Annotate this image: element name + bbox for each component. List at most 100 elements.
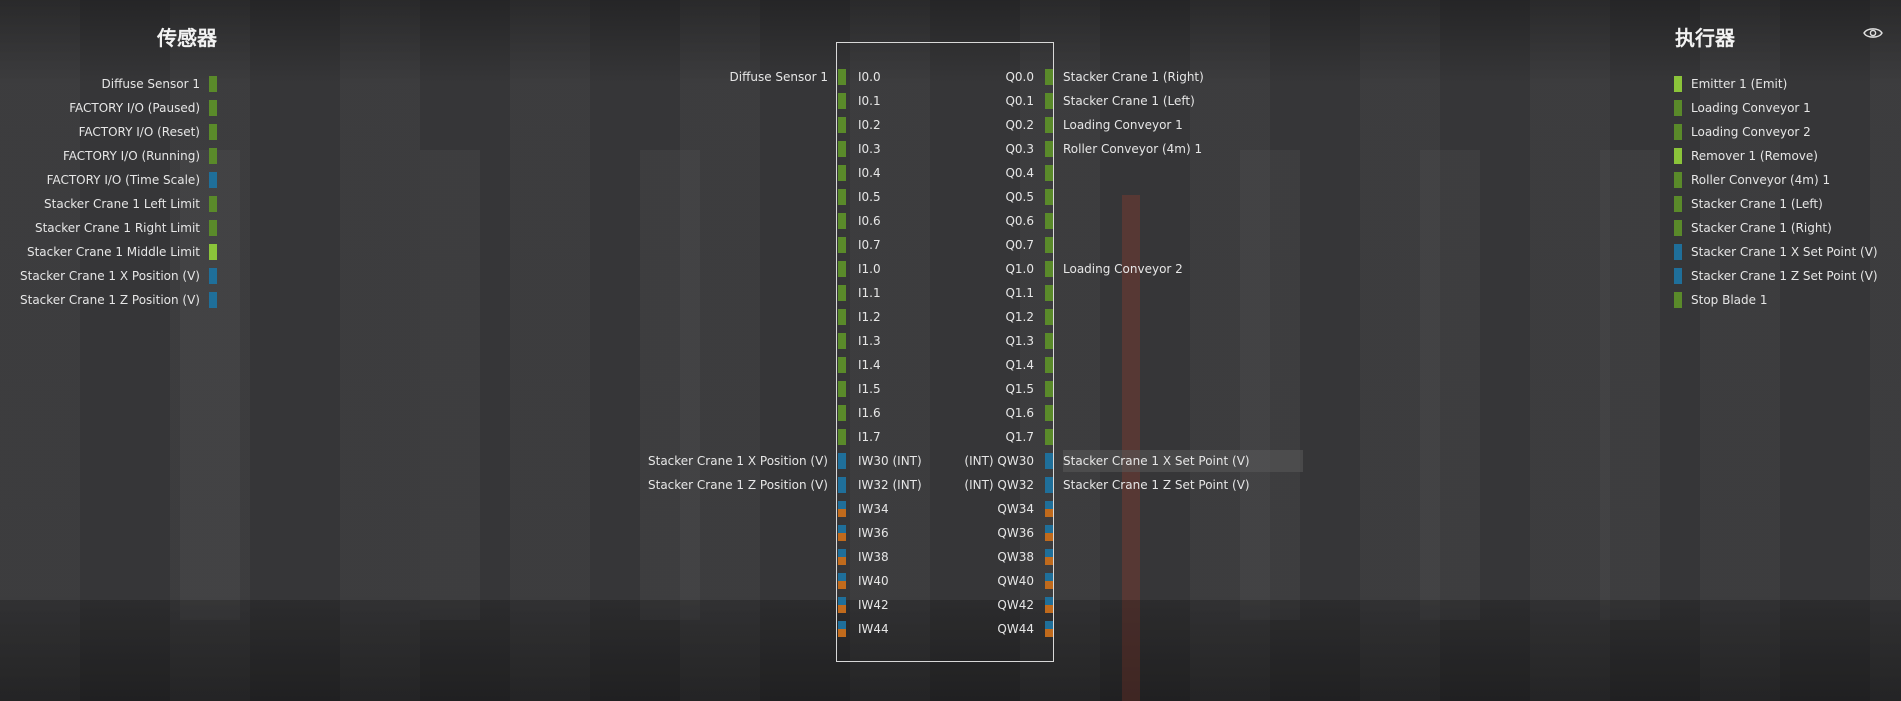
sensor-status-indicator[interactable] xyxy=(209,196,217,212)
input-slot-indicator[interactable] xyxy=(838,333,846,349)
actuator-item[interactable]: Stop Blade 1 xyxy=(1674,290,1767,310)
output-slot-indicator[interactable] xyxy=(1045,261,1053,277)
actuator-item[interactable]: Loading Conveyor 2 xyxy=(1674,122,1811,142)
actuator-status-indicator[interactable] xyxy=(1674,220,1682,236)
sensor-status-indicator[interactable] xyxy=(209,268,217,284)
sensor-status-indicator[interactable] xyxy=(209,292,217,308)
output-slot-indicator[interactable] xyxy=(1045,285,1053,301)
actuator-status-indicator[interactable] xyxy=(1674,148,1682,164)
input-slot-indicator[interactable] xyxy=(838,261,846,277)
sensor-item[interactable]: Stacker Crane 1 Z Position (V) xyxy=(20,290,217,310)
output-tag-label[interactable]: Stacker Crane 1 (Right) xyxy=(1063,69,1204,85)
sensor-item[interactable]: FACTORY I/O (Running) xyxy=(63,146,217,166)
input-slot-indicator[interactable] xyxy=(838,477,846,493)
output-slot-indicator[interactable] xyxy=(1045,309,1053,325)
sensor-item[interactable]: FACTORY I/O (Reset) xyxy=(79,122,217,142)
sensor-item[interactable]: Stacker Crane 1 X Position (V) xyxy=(20,266,217,286)
sensor-item[interactable]: Stacker Crane 1 Left Limit xyxy=(44,194,217,214)
output-slot-indicator[interactable] xyxy=(1045,189,1053,205)
output-slot-indicator[interactable] xyxy=(1045,525,1053,541)
output-slot-indicator[interactable] xyxy=(1045,93,1053,109)
input-slot-indicator[interactable] xyxy=(838,381,846,397)
sensor-status-indicator[interactable] xyxy=(209,124,217,140)
output-slot-indicator[interactable] xyxy=(1045,549,1053,565)
actuator-item[interactable]: Stacker Crane 1 X Set Point (V) xyxy=(1674,242,1878,262)
sensor-item[interactable]: FACTORY I/O (Time Scale) xyxy=(47,170,217,190)
output-slot-indicator[interactable] xyxy=(1045,405,1053,421)
actuator-status-indicator[interactable] xyxy=(1674,196,1682,212)
output-slot-indicator[interactable] xyxy=(1045,621,1053,637)
input-slot-indicator[interactable] xyxy=(838,285,846,301)
output-slot-indicator[interactable] xyxy=(1045,429,1053,445)
actuator-item[interactable]: Roller Conveyor (4m) 1 xyxy=(1674,170,1830,190)
input-slot-indicator[interactable] xyxy=(838,93,846,109)
output-tag-label[interactable]: Roller Conveyor (4m) 1 xyxy=(1063,141,1202,157)
output-slot-indicator[interactable] xyxy=(1045,453,1053,469)
input-slot-indicator[interactable] xyxy=(838,213,846,229)
input-slot-indicator[interactable] xyxy=(838,597,846,613)
input-slot-indicator[interactable] xyxy=(838,165,846,181)
sensor-item-label: Diffuse Sensor 1 xyxy=(101,77,200,91)
input-tag-label[interactable]: Diffuse Sensor 1 xyxy=(730,69,828,85)
output-tag-label[interactable]: Loading Conveyor 2 xyxy=(1063,261,1183,277)
input-slot-indicator[interactable] xyxy=(838,189,846,205)
input-slot-indicator[interactable] xyxy=(838,309,846,325)
input-slot-indicator[interactable] xyxy=(838,453,846,469)
input-slot-indicator[interactable] xyxy=(838,357,846,373)
output-slot-indicator[interactable] xyxy=(1045,69,1053,85)
output-slot-indicator[interactable] xyxy=(1045,117,1053,133)
actuator-item[interactable]: Stacker Crane 1 (Right) xyxy=(1674,218,1832,238)
actuator-status-indicator[interactable] xyxy=(1674,100,1682,116)
output-slot-indicator[interactable] xyxy=(1045,237,1053,253)
input-slot-indicator[interactable] xyxy=(838,237,846,253)
sensor-item[interactable]: FACTORY I/O (Paused) xyxy=(69,98,217,118)
output-slot-indicator[interactable] xyxy=(1045,213,1053,229)
actuator-status-indicator[interactable] xyxy=(1674,76,1682,92)
input-tag-label[interactable]: Stacker Crane 1 X Position (V) xyxy=(648,453,828,469)
actuator-status-indicator[interactable] xyxy=(1674,268,1682,284)
actuator-status-indicator[interactable] xyxy=(1674,244,1682,260)
input-slot-indicator[interactable] xyxy=(838,573,846,589)
input-slot-indicator[interactable] xyxy=(838,117,846,133)
input-tag-label[interactable]: Stacker Crane 1 Z Position (V) xyxy=(648,477,828,493)
sensor-status-indicator[interactable] xyxy=(209,220,217,236)
actuator-status-indicator[interactable] xyxy=(1674,124,1682,140)
output-slot-indicator[interactable] xyxy=(1045,501,1053,517)
output-slot-indicator[interactable] xyxy=(1045,357,1053,373)
actuator-item[interactable]: Emitter 1 (Emit) xyxy=(1674,74,1787,94)
output-slot-indicator[interactable] xyxy=(1045,573,1053,589)
output-slot-indicator[interactable] xyxy=(1045,141,1053,157)
sensor-status-indicator[interactable] xyxy=(209,172,217,188)
eye-icon[interactable] xyxy=(1863,25,1883,39)
sensor-item[interactable]: Diffuse Sensor 1 xyxy=(102,74,217,94)
actuator-item[interactable]: Loading Conveyor 1 xyxy=(1674,98,1811,118)
output-slot-indicator[interactable] xyxy=(1045,333,1053,349)
sensor-status-indicator[interactable] xyxy=(209,76,217,92)
output-tag-label[interactable]: Stacker Crane 1 X Set Point (V) xyxy=(1063,450,1303,472)
output-tag-label[interactable]: Loading Conveyor 1 xyxy=(1063,117,1183,133)
input-slot-indicator[interactable] xyxy=(838,501,846,517)
output-tag-label[interactable]: Stacker Crane 1 (Left) xyxy=(1063,93,1195,109)
actuator-status-indicator[interactable] xyxy=(1674,292,1682,308)
input-slot-indicator[interactable] xyxy=(838,549,846,565)
sensor-status-indicator[interactable] xyxy=(209,148,217,164)
output-slot-indicator[interactable] xyxy=(1045,165,1053,181)
sensor-status-indicator[interactable] xyxy=(209,100,217,116)
output-slot-indicator[interactable] xyxy=(1045,597,1053,613)
input-slot-indicator[interactable] xyxy=(838,405,846,421)
sensor-status-indicator[interactable] xyxy=(209,244,217,260)
output-slot-indicator[interactable] xyxy=(1045,381,1053,397)
actuator-status-indicator[interactable] xyxy=(1674,172,1682,188)
sensor-item[interactable]: Stacker Crane 1 Right Limit xyxy=(35,218,217,238)
sensor-item[interactable]: Stacker Crane 1 Middle Limit xyxy=(27,242,217,262)
input-slot-indicator[interactable] xyxy=(838,525,846,541)
input-slot-indicator[interactable] xyxy=(838,621,846,637)
output-tag-label[interactable]: Stacker Crane 1 Z Set Point (V) xyxy=(1063,477,1250,493)
input-slot-indicator[interactable] xyxy=(838,141,846,157)
output-slot-indicator[interactable] xyxy=(1045,477,1053,493)
actuator-item[interactable]: Remover 1 (Remove) xyxy=(1674,146,1818,166)
actuator-item[interactable]: Stacker Crane 1 (Left) xyxy=(1674,194,1823,214)
input-slot-indicator[interactable] xyxy=(838,69,846,85)
actuator-item[interactable]: Stacker Crane 1 Z Set Point (V) xyxy=(1674,266,1878,286)
input-slot-indicator[interactable] xyxy=(838,429,846,445)
